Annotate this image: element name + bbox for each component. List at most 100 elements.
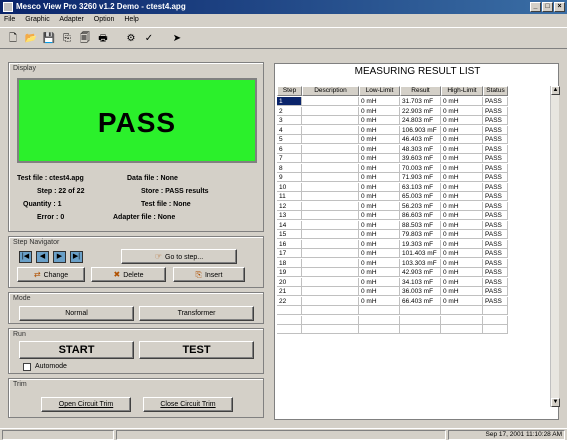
table-cell-description[interactable] — [302, 268, 359, 277]
table-cell-result[interactable]: 22.903 mF — [400, 106, 441, 116]
table-cell-high-limit[interactable]: 0 mH — [441, 277, 483, 287]
table-cell-result[interactable]: 46.403 mF — [400, 135, 441, 144]
table-cell-status[interactable]: PASS — [483, 163, 508, 173]
table-cell-description[interactable] — [302, 192, 359, 201]
check-icon[interactable]: ✓ — [142, 32, 156, 46]
menu-option[interactable]: Option — [94, 16, 115, 23]
table-cell-low-limit[interactable]: 0 mH — [359, 296, 400, 306]
empty-cell[interactable] — [277, 306, 302, 315]
column-header-description[interactable]: Description — [302, 86, 359, 96]
table-cell-description[interactable] — [302, 258, 359, 268]
table-cell-high-limit[interactable]: 0 mH — [441, 192, 483, 201]
table-cell-step[interactable]: 6 — [277, 144, 302, 154]
table-cell-high-limit[interactable]: 0 mH — [441, 239, 483, 249]
print-icon[interactable]: 🖶 — [96, 32, 110, 46]
table-scrollbar[interactable]: ▲ ▼ — [550, 86, 560, 407]
table-cell-result[interactable]: 106.903 mF — [400, 125, 441, 135]
table-cell-result[interactable]: 24.803 mF — [400, 116, 441, 125]
table-cell-step[interactable]: 5 — [277, 135, 302, 144]
open-icon[interactable]: 📂 — [24, 32, 38, 46]
last-step-button[interactable]: ▶| — [70, 251, 83, 263]
normal-mode-button[interactable]: Normal — [19, 306, 134, 321]
table-cell-status[interactable]: PASS — [483, 182, 508, 192]
empty-cell[interactable] — [441, 325, 483, 334]
table-cell-description[interactable] — [302, 116, 359, 125]
table-cell-step[interactable]: 14 — [277, 220, 302, 230]
table-cell-low-limit[interactable]: 0 mH — [359, 287, 400, 296]
table-cell-result[interactable]: 101.403 mF — [400, 249, 441, 258]
table-cell-step[interactable]: 22 — [277, 296, 302, 306]
table-cell-result[interactable]: 88.503 mF — [400, 220, 441, 230]
table-cell-result[interactable]: 63.103 mF — [400, 182, 441, 192]
table-cell-status[interactable]: PASS — [483, 201, 508, 211]
table-cell-description[interactable] — [302, 182, 359, 192]
table-cell-high-limit[interactable]: 0 mH — [441, 268, 483, 277]
maximize-button[interactable]: □ — [542, 2, 553, 12]
empty-cell[interactable] — [400, 325, 441, 334]
table-cell-low-limit[interactable]: 0 mH — [359, 258, 400, 268]
empty-cell[interactable] — [400, 306, 441, 315]
transformer-mode-button[interactable]: Transformer — [139, 306, 254, 321]
table-cell-low-limit[interactable]: 0 mH — [359, 97, 400, 106]
table-cell-status[interactable]: PASS — [483, 220, 508, 230]
column-header-result[interactable]: Result — [400, 86, 441, 96]
table-cell-high-limit[interactable]: 0 mH — [441, 258, 483, 268]
table-cell-step[interactable]: 18 — [277, 258, 302, 268]
table-cell-result[interactable]: 56.203 mF — [400, 201, 441, 211]
table-cell-result[interactable]: 31.703 mF — [400, 97, 441, 106]
table-cell-result[interactable]: 36.003 mF — [400, 287, 441, 296]
table-cell-low-limit[interactable]: 0 mH — [359, 154, 400, 163]
table-cell-status[interactable]: PASS — [483, 125, 508, 135]
table-cell-result[interactable]: 65.003 mF — [400, 192, 441, 201]
table-cell-step[interactable]: 7 — [277, 154, 302, 163]
table-cell-step[interactable]: 17 — [277, 249, 302, 258]
column-header-high-limit[interactable]: High-Limit — [441, 86, 483, 96]
table-cell-low-limit[interactable]: 0 mH — [359, 268, 400, 277]
empty-cell[interactable] — [441, 315, 483, 325]
table-cell-description[interactable] — [302, 144, 359, 154]
table-cell-high-limit[interactable]: 0 mH — [441, 287, 483, 296]
table-cell-status[interactable]: PASS — [483, 144, 508, 154]
table-cell-high-limit[interactable]: 0 mH — [441, 163, 483, 173]
table-cell-status[interactable]: PASS — [483, 230, 508, 239]
table-cell-step[interactable]: 4 — [277, 125, 302, 135]
table-cell-result[interactable]: 103.303 mF — [400, 258, 441, 268]
table-cell-low-limit[interactable]: 0 mH — [359, 277, 400, 287]
table-cell-status[interactable]: PASS — [483, 154, 508, 163]
empty-cell[interactable] — [302, 325, 359, 334]
empty-cell[interactable] — [359, 315, 400, 325]
column-header-low-limit[interactable]: Low-Limit — [359, 86, 400, 96]
empty-cell[interactable] — [483, 315, 508, 325]
table-cell-step[interactable]: 20 — [277, 277, 302, 287]
table-cell-result[interactable]: 71.903 mF — [400, 173, 441, 182]
empty-cell[interactable] — [359, 325, 400, 334]
table-cell-result[interactable]: 86.603 mF — [400, 211, 441, 220]
table-cell-step[interactable]: 10 — [277, 182, 302, 192]
table-cell-step[interactable]: 2 — [277, 106, 302, 116]
table-cell-low-limit[interactable]: 0 mH — [359, 192, 400, 201]
goto-step-button[interactable]: ☞ Go to step... — [121, 249, 237, 264]
start-button[interactable]: START — [19, 341, 134, 359]
table-cell-low-limit[interactable]: 0 mH — [359, 182, 400, 192]
column-header-status[interactable]: Status — [483, 86, 508, 96]
table-cell-status[interactable]: PASS — [483, 192, 508, 201]
empty-cell[interactable] — [483, 325, 508, 334]
table-cell-status[interactable]: PASS — [483, 211, 508, 220]
empty-cell[interactable] — [277, 325, 302, 334]
table-cell-low-limit[interactable]: 0 mH — [359, 230, 400, 239]
table-cell-step[interactable]: 13 — [277, 211, 302, 220]
table-cell-high-limit[interactable]: 0 mH — [441, 125, 483, 135]
settings-icon[interactable]: ⚙ — [124, 32, 138, 46]
scroll-up-icon[interactable]: ▲ — [551, 86, 560, 95]
automode-checkbox[interactable] — [23, 363, 31, 371]
table-cell-status[interactable]: PASS — [483, 106, 508, 116]
table-cell-step[interactable]: 16 — [277, 239, 302, 249]
table-cell-low-limit[interactable]: 0 mH — [359, 163, 400, 173]
table-cell-result[interactable]: 79.803 mF — [400, 230, 441, 239]
table-cell-status[interactable]: PASS — [483, 258, 508, 268]
open-circuit-trim-button[interactable]: Open Circuit Trim — [41, 397, 131, 412]
table-cell-high-limit[interactable]: 0 mH — [441, 182, 483, 192]
first-step-button[interactable]: |◀ — [19, 251, 32, 263]
table-cell-status[interactable]: PASS — [483, 249, 508, 258]
table-cell-high-limit[interactable]: 0 mH — [441, 296, 483, 306]
